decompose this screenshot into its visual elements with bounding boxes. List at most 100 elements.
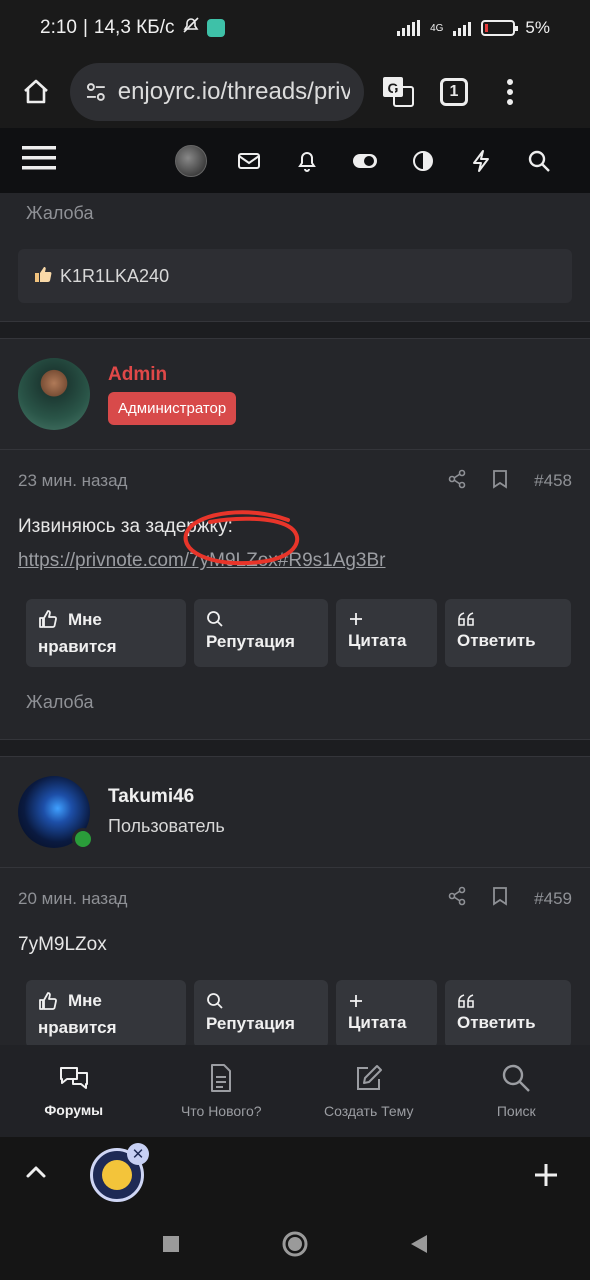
report-link[interactable]: Жалоба [0, 203, 119, 224]
menu-button[interactable] [488, 70, 532, 114]
post-meta: 20 мин. назад #459 [0, 868, 590, 930]
square-icon [163, 1235, 179, 1252]
reactions-users[interactable]: K1R1LKA240 [60, 266, 169, 287]
tab-count: 1 [440, 78, 468, 106]
avatar[interactable] [18, 358, 90, 430]
quote-label: Цитата [348, 631, 407, 651]
share-icon[interactable] [448, 469, 466, 494]
hamburger-icon [22, 146, 56, 170]
back-button[interactable] [409, 1233, 429, 1260]
translate-icon: G [383, 77, 414, 107]
post-time[interactable]: 20 мин. назад [18, 889, 127, 909]
nav-whats-new[interactable]: Что Нового? [148, 1045, 296, 1137]
home-nav-button[interactable] [281, 1230, 309, 1263]
hamburger-button[interactable] [22, 144, 56, 177]
home-button[interactable] [14, 70, 58, 114]
flash-button[interactable] [452, 139, 510, 183]
home-icon [24, 79, 48, 104]
nav-create-thread[interactable]: Создать Тему [295, 1045, 443, 1137]
circle-icon [282, 1231, 308, 1256]
plus-icon [350, 613, 362, 626]
post-author: Takumi46 Пользователь [0, 756, 590, 867]
toggle-button[interactable] [336, 139, 394, 183]
reactions-bar[interactable]: K1R1LKA240 [18, 249, 572, 303]
post-time[interactable]: 23 мин. назад [18, 471, 127, 491]
post-actions: Мне нравится Репутация Цитата Ответить [0, 598, 590, 667]
edit-icon [356, 1065, 382, 1090]
like-button[interactable]: Мне нравится [26, 598, 186, 667]
messages-button[interactable] [220, 139, 278, 183]
bookmark-icon[interactable] [492, 469, 508, 494]
reply-label: Ответить [457, 1012, 536, 1032]
signal-icon-2 [453, 20, 472, 36]
reply-button[interactable]: Ответить [445, 980, 571, 1045]
reply-label: Ответить [457, 631, 536, 651]
quote-button[interactable]: Цитата [336, 598, 437, 667]
like-label-2: нравится [38, 1018, 117, 1038]
translate-button[interactable]: G [376, 70, 420, 114]
envelope-icon [238, 152, 260, 169]
shield-icon [206, 19, 225, 37]
search-icon [207, 992, 223, 1009]
net-speed: 14,3 КБ/с [93, 17, 175, 38]
like-label-1: Мне [68, 609, 102, 629]
online-status-icon [72, 827, 94, 850]
post-divider [0, 321, 590, 339]
reputation-button[interactable]: Репутация [194, 598, 328, 667]
status-bar: 2:10 | 14,3 КБ/с 4G 5% [0, 0, 590, 56]
post-body: Извиняюсь за задержку: https://privnote.… [0, 510, 590, 577]
post-link[interactable]: https://privnote.com/7yM9LZox#R9s1Ag3Br [18, 550, 386, 571]
quote-button[interactable]: Цитата [336, 980, 437, 1045]
post-author: Admin Администратор [0, 339, 590, 449]
reply-button[interactable]: Ответить [445, 598, 571, 667]
search-button[interactable] [510, 139, 568, 183]
new-tab-button[interactable] [526, 1155, 566, 1195]
document-icon [211, 1064, 232, 1092]
toggle-icon [353, 153, 377, 168]
tabs-button[interactable]: 1 [432, 70, 476, 114]
nav-search[interactable]: Поиск [443, 1045, 590, 1137]
bookmark-icon[interactable] [492, 886, 508, 911]
chevron-up-icon [26, 1166, 46, 1178]
like-button[interactable]: Мне нравится [26, 980, 186, 1045]
avatar [175, 144, 207, 177]
post-number[interactable]: #459 [534, 889, 572, 909]
lightning-icon [473, 149, 489, 172]
username[interactable]: Takumi46 [108, 786, 225, 808]
avatar[interactable] [18, 775, 94, 850]
plus-icon [535, 1163, 557, 1186]
post-divider [0, 738, 590, 757]
address-bar[interactable]: enjoyrc.io/threads/priv [70, 63, 364, 121]
smiley-icon [102, 1159, 132, 1190]
post-body: 7yM9LZox [0, 930, 590, 960]
like-label-2: нравится [38, 636, 117, 656]
reputation-button[interactable]: Репутация [194, 980, 328, 1045]
share-icon[interactable] [448, 886, 466, 911]
expand-button[interactable] [24, 1164, 48, 1185]
post-number[interactable]: #458 [534, 471, 572, 491]
thread-content: Жалоба K1R1LKA240 Admin Администратор 23… [0, 193, 590, 1045]
network-type: 4G [430, 22, 444, 34]
battery-level: 5% [525, 18, 550, 37]
nav-whats-new-label: Что Нового? [180, 1103, 262, 1119]
thumbs-up-icon [39, 610, 57, 629]
search-icon [207, 611, 223, 627]
nav-forums[interactable]: Форумы [0, 1045, 148, 1137]
site-settings-icon[interactable] [84, 80, 108, 104]
quote-label: Цитата [348, 1012, 407, 1032]
post-text: Извиняюсь за задержку: [18, 516, 233, 537]
report-link[interactable]: Жалоба [0, 692, 119, 713]
account-button[interactable] [162, 139, 220, 183]
username[interactable]: Admin [108, 364, 236, 386]
chat-head-bubble[interactable]: ✕ [90, 1142, 149, 1202]
forum-bottom-nav: Форумы Что Нового? Создать Тему Поиск [0, 1045, 590, 1137]
recents-button[interactable] [161, 1234, 181, 1259]
mute-icon [181, 15, 201, 41]
nav-forums-label: Форумы [44, 1102, 104, 1118]
chat-bubbles-icon [59, 1067, 88, 1089]
theme-button[interactable] [394, 139, 452, 183]
alerts-button[interactable] [278, 139, 336, 183]
close-icon[interactable]: ✕ [127, 1142, 149, 1165]
signal-icon [397, 20, 421, 36]
more-vert-icon [507, 79, 513, 105]
